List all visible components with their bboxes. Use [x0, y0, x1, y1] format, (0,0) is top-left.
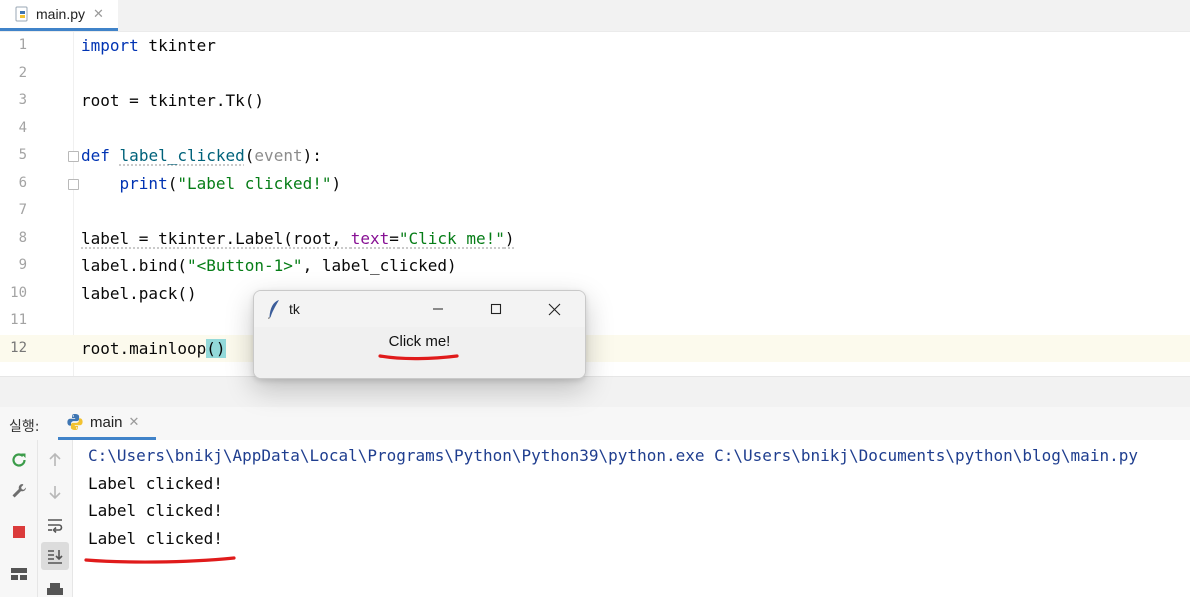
console-output[interactable]: C:\Users\bnikj\AppData\Local\Programs\Py…	[73, 440, 1190, 597]
code-token: , label_clicked)	[302, 256, 457, 275]
line-number: 2	[18, 64, 27, 81]
fold-end-marker-icon[interactable]	[68, 178, 79, 190]
tab-close-icon[interactable]: ✕	[93, 7, 104, 22]
maximize-icon	[490, 303, 502, 315]
minimize-button[interactable]	[409, 291, 467, 327]
code-token: import	[81, 36, 139, 55]
code-line-5: 5 def label_clicked(event):	[0, 142, 1190, 169]
console-line: Label clicked!	[88, 528, 223, 548]
code-token: (	[244, 146, 255, 165]
code-token: =	[389, 228, 399, 248]
code-token: def	[81, 146, 110, 165]
code-line-2: 2	[0, 60, 1190, 87]
layout-icon[interactable]	[6, 561, 32, 587]
code-editor[interactable]: 1 import tkinter 2 3 root = tkinter.Tk()…	[0, 32, 1190, 376]
code-token: "Label clicked!"	[177, 173, 332, 193]
code-token: label = tkinter.Label(root,	[81, 228, 351, 248]
code-token: ):	[302, 146, 322, 165]
code-token: (	[167, 173, 178, 193]
line-number: 3	[18, 92, 27, 108]
run-label: 실행:	[9, 419, 40, 435]
click-me-label[interactable]: Click me!	[254, 333, 585, 350]
code-token: label.bind(	[81, 256, 187, 275]
line-number: 9	[18, 257, 27, 273]
soft-wrap-icon[interactable]	[42, 512, 68, 538]
code-line-11: 11	[0, 307, 1190, 334]
scroll-to-end-icon[interactable]	[41, 542, 69, 570]
stop-icon[interactable]	[6, 519, 32, 545]
code-line-7: 7	[0, 197, 1190, 224]
code-token: "Click me!"	[398, 228, 505, 248]
wrench-icon[interactable]	[6, 478, 32, 504]
python-logo-icon	[66, 413, 84, 431]
tk-window[interactable]: tk Click me!	[253, 290, 586, 379]
code-token: root.mainloop	[81, 338, 207, 358]
tab-label: main.py	[36, 6, 86, 22]
rerun-icon[interactable]	[6, 447, 32, 473]
editor-tab-bar: main.py ✕	[0, 0, 1190, 32]
code-token: event	[254, 146, 303, 165]
line-number: 7	[18, 202, 27, 218]
line-number: 11	[10, 312, 27, 328]
tk-titlebar[interactable]: tk	[254, 291, 585, 327]
code-token: label.pack()	[81, 283, 197, 303]
code-token: )	[504, 228, 515, 248]
console-actions-column	[38, 440, 73, 597]
code-line-1: 1 import tkinter	[0, 32, 1190, 59]
minimize-icon	[433, 308, 443, 310]
code-token: tkinter	[138, 36, 216, 55]
line-number: 4	[18, 119, 27, 136]
close-button[interactable]	[525, 291, 583, 327]
run-tab-main[interactable]: main ✕	[58, 407, 156, 440]
code-token: "<Button-1>"	[186, 256, 303, 275]
console-line: C:\Users\bnikj\AppData\Local\Programs\Py…	[88, 446, 1138, 465]
fold-marker-icon[interactable]	[68, 151, 79, 162]
python-file-icon	[14, 6, 31, 23]
code-line-10: 10 label.pack()	[0, 280, 1190, 307]
code-line-8: 8 label = tkinter.Label(root, text="Clic…	[0, 225, 1190, 252]
console-line: Label clicked!	[88, 473, 223, 493]
panel-separator[interactable]	[0, 376, 1190, 408]
code-token: print	[119, 173, 168, 193]
line-number: 1	[18, 37, 27, 53]
arrow-up-icon[interactable]	[42, 447, 68, 473]
code-line-3: 3 root = tkinter.Tk()	[0, 87, 1190, 114]
code-token: )	[331, 173, 342, 193]
line-number: 10	[10, 284, 27, 301]
code-token: text	[350, 228, 390, 248]
code-line-4: 4	[0, 115, 1190, 142]
tk-window-body: Click me!	[254, 327, 585, 378]
run-tab-close-icon[interactable]: ✕	[129, 415, 140, 430]
line-number: 8	[18, 229, 27, 246]
maximize-button[interactable]	[467, 291, 525, 327]
line-number: 6	[18, 174, 27, 191]
tab-main-py[interactable]: main.py ✕	[0, 0, 118, 31]
code-token: label_clicked	[119, 146, 245, 165]
line-number: 5	[18, 147, 27, 163]
feather-icon	[268, 300, 279, 319]
run-actions-column	[0, 440, 38, 597]
line-number: 12	[10, 339, 27, 356]
ide-screen: main.py ✕ 1 import tkinter 2 3 root = tk…	[0, 0, 1190, 597]
run-tab-label: main	[90, 413, 123, 431]
code-line-9: 9 label.bind("<Button-1>", label_clicked…	[0, 252, 1190, 279]
tk-window-title: tk	[289, 301, 300, 317]
brace-highlight: ()	[206, 338, 226, 358]
code-line-6: 6 print("Label clicked!")	[0, 170, 1190, 197]
print-icon[interactable]	[42, 577, 68, 597]
console-line: Label clicked!	[88, 501, 223, 520]
code-line-12: 12 root.mainloop()	[0, 334, 1190, 362]
run-toolbar: 실행: main ✕	[0, 407, 1190, 441]
code-token: root = tkinter.Tk()	[81, 91, 265, 110]
arrow-down-icon[interactable]	[42, 479, 68, 505]
close-icon	[548, 303, 560, 315]
